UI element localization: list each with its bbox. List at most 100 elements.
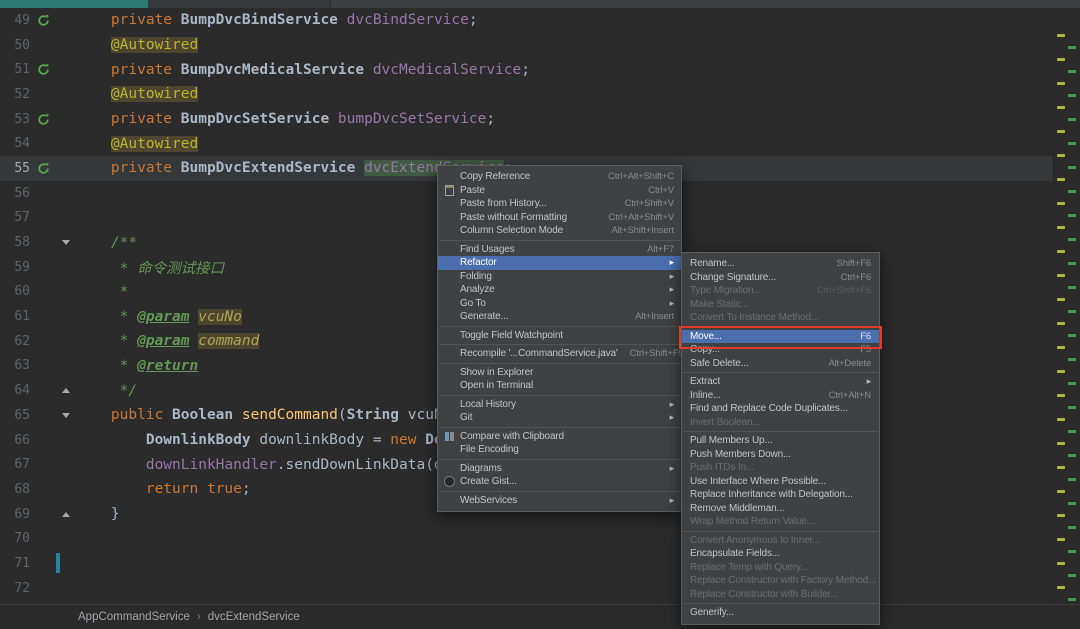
scrollbar-mark[interactable]: [1068, 310, 1076, 313]
menu-item-invert-boolean[interactable]: Invert Boolean...: [682, 416, 879, 430]
scrollbar-mark[interactable]: [1068, 214, 1076, 217]
line-number[interactable]: 51: [0, 62, 30, 77]
scrollbar-mark[interactable]: [1057, 274, 1065, 277]
menu-item-go-to[interactable]: Go To▸: [438, 297, 681, 311]
scrollbar-mark[interactable]: [1068, 238, 1076, 241]
scrollbar-mark[interactable]: [1068, 358, 1076, 361]
code-line[interactable]: 71: [0, 551, 1080, 576]
spring-bean-icon[interactable]: [30, 113, 56, 126]
menu-item-compare-with-clipboard[interactable]: Compare with Clipboard: [438, 430, 681, 444]
menu-item-replace-constructor-with-builder[interactable]: Replace Constructor with Builder...: [682, 588, 879, 602]
line-number[interactable]: 52: [0, 87, 30, 102]
menu-item-make-static[interactable]: Make Static...: [682, 298, 879, 312]
scrollbar-mark[interactable]: [1057, 202, 1065, 205]
scrollbar-mark[interactable]: [1057, 106, 1065, 109]
line-number[interactable]: 62: [0, 334, 30, 349]
menu-item-wrap-method-return-value[interactable]: Wrap Method Return Value...: [682, 515, 879, 529]
fold-down-icon[interactable]: [56, 240, 76, 245]
line-number[interactable]: 64: [0, 383, 30, 398]
scrollbar-mark[interactable]: [1057, 490, 1065, 493]
code-line[interactable]: 70: [0, 526, 1080, 551]
line-number[interactable]: 58: [0, 235, 30, 250]
scrollbar-mark[interactable]: [1057, 418, 1065, 421]
menu-item-type-migration[interactable]: Type Migration...Ctrl+Shift+F6: [682, 284, 879, 298]
fold-down-icon[interactable]: [56, 413, 76, 418]
line-number[interactable]: 60: [0, 284, 30, 299]
menu-item-refactor[interactable]: Refactor▸: [438, 256, 681, 270]
scrollbar-mark[interactable]: [1068, 382, 1076, 385]
menu-item-column-selection-mode[interactable]: Column Selection ModeAlt+Shift+Insert: [438, 224, 681, 238]
inactive-tab-sliver[interactable]: [148, 0, 331, 8]
menu-item-extract[interactable]: Extract▸: [682, 375, 879, 389]
line-number[interactable]: 53: [0, 112, 30, 127]
scrollbar-mark[interactable]: [1068, 262, 1076, 265]
scrollbar-mark[interactable]: [1068, 334, 1076, 337]
code-line[interactable]: 51 private BumpDvcMedicalService dvcMedi…: [0, 57, 1080, 82]
menu-item-pull-members-up[interactable]: Pull Members Up...: [682, 434, 879, 448]
menu-item-safe-delete[interactable]: Safe Delete...Alt+Delete: [682, 357, 879, 371]
line-number[interactable]: 71: [0, 556, 30, 571]
line-number[interactable]: 72: [0, 581, 30, 596]
code-text[interactable]: @Autowired: [76, 86, 1080, 102]
vcs-change-marker[interactable]: [56, 553, 60, 573]
scrollbar-mark[interactable]: [1057, 58, 1065, 61]
menu-item-folding[interactable]: Folding▸: [438, 270, 681, 284]
scrollbar-mark[interactable]: [1057, 298, 1065, 301]
menu-item-use-interface-where-possible[interactable]: Use Interface Where Possible...: [682, 475, 879, 489]
menu-item-replace-constructor-with-factory-method[interactable]: Replace Constructor with Factory Method.…: [682, 574, 879, 588]
menu-item-rename[interactable]: Rename...Shift+F6: [682, 257, 879, 271]
menu-item-generify[interactable]: Generify...: [682, 606, 879, 620]
scrollbar-mark[interactable]: [1057, 466, 1065, 469]
scrollbar-mark[interactable]: [1057, 586, 1065, 589]
menu-item-convert-anonymous-to-inner[interactable]: Convert Anonymous to Inner...: [682, 534, 879, 548]
scrollbar-mark[interactable]: [1057, 154, 1065, 157]
scrollbar-mark[interactable]: [1068, 286, 1076, 289]
line-number[interactable]: 54: [0, 136, 30, 151]
menu-item-inline[interactable]: Inline...Ctrl+Alt+N: [682, 389, 879, 403]
scrollbar-mark[interactable]: [1068, 502, 1076, 505]
error-stripe[interactable]: [1053, 8, 1080, 605]
code-text[interactable]: private BumpDvcMedicalService dvcMedical…: [76, 62, 1080, 78]
scrollbar-mark[interactable]: [1068, 454, 1076, 457]
menu-item-push-members-down[interactable]: Push Members Down...: [682, 448, 879, 462]
scrollbar-mark[interactable]: [1057, 538, 1065, 541]
scrollbar-mark[interactable]: [1068, 46, 1076, 49]
scrollbar-mark[interactable]: [1057, 226, 1065, 229]
menu-item-copy[interactable]: Copy...F5: [682, 343, 879, 357]
breadcrumb-item-appcommandservice[interactable]: AppCommandService: [78, 611, 190, 623]
menu-item-encapsulate-fields[interactable]: Encapsulate Fields...: [682, 547, 879, 561]
scrollbar-mark[interactable]: [1068, 598, 1076, 601]
scrollbar-mark[interactable]: [1068, 526, 1076, 529]
menu-item-webservices[interactable]: WebServices▸: [438, 494, 681, 508]
menu-item-replace-temp-with-query[interactable]: Replace Temp with Query...: [682, 561, 879, 575]
scrollbar-mark[interactable]: [1057, 562, 1065, 565]
scrollbar-mark[interactable]: [1057, 346, 1065, 349]
menu-item-convert-to-instance-method[interactable]: Convert To Instance Method...: [682, 311, 879, 325]
code-text[interactable]: @Autowired: [76, 37, 1080, 53]
scrollbar-mark[interactable]: [1057, 82, 1065, 85]
scrollbar-mark[interactable]: [1057, 394, 1065, 397]
code-text[interactable]: private BumpDvcSetService bumpDvcSetServ…: [76, 111, 1080, 127]
code-line[interactable]: 72: [0, 576, 1080, 601]
menu-item-move[interactable]: Move...F6: [682, 330, 879, 344]
scrollbar-mark[interactable]: [1057, 130, 1065, 133]
menu-item-paste[interactable]: PasteCtrl+V: [438, 184, 681, 198]
menu-item-local-history[interactable]: Local History▸: [438, 398, 681, 412]
scrollbar-mark[interactable]: [1068, 142, 1076, 145]
menu-item-find-usages[interactable]: Find UsagesAlt+F7: [438, 243, 681, 257]
line-number[interactable]: 56: [0, 186, 30, 201]
line-number[interactable]: 57: [0, 210, 30, 225]
line-number[interactable]: 70: [0, 531, 30, 546]
active-tab-sliver[interactable]: [0, 0, 148, 8]
menu-item-open-in-terminal[interactable]: Open in Terminal: [438, 379, 681, 393]
fold-up-icon[interactable]: [56, 512, 76, 517]
line-number[interactable]: 63: [0, 358, 30, 373]
line-number[interactable]: 50: [0, 38, 30, 53]
line-number[interactable]: 55: [0, 161, 30, 176]
line-number[interactable]: 59: [0, 260, 30, 275]
menu-item-remove-middleman[interactable]: Remove Middleman...: [682, 502, 879, 516]
menu-item-generate[interactable]: Generate...Alt+Insert: [438, 310, 681, 324]
menu-item-paste-from-history[interactable]: Paste from History...Ctrl+Shift+V: [438, 197, 681, 211]
scrollbar-mark[interactable]: [1057, 442, 1065, 445]
line-number[interactable]: 66: [0, 433, 30, 448]
